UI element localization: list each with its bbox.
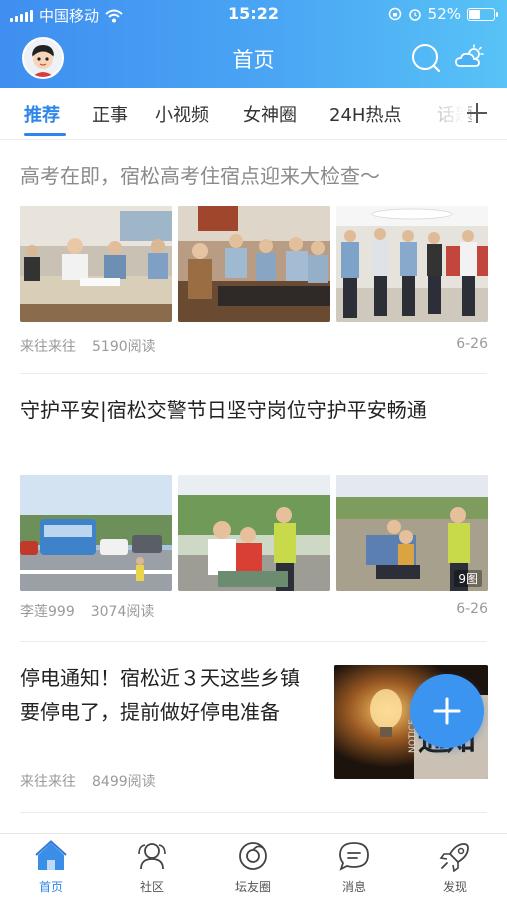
article-image[interactable] — [178, 206, 330, 322]
tab-zhengshi[interactable]: 正事 — [92, 101, 128, 127]
article-meta: 来往来往 5190阅读 6-26 — [20, 336, 488, 356]
divider — [20, 373, 487, 374]
article-image[interactable] — [20, 206, 172, 322]
tabbar-label: 消息 — [341, 880, 366, 894]
add-tab-icon[interactable] — [462, 98, 492, 128]
battery-icon — [467, 7, 498, 21]
tabbar-label: 首页 — [38, 880, 63, 894]
home-icon — [35, 840, 67, 870]
tab-recommend[interactable]: 推荐 — [24, 101, 60, 127]
article-date: 6-26 — [456, 601, 488, 617]
image-count-badge: 9图 — [454, 570, 482, 587]
article-image[interactable] — [178, 475, 330, 591]
article-card[interactable]: 高考在即，宿松高考住宿点迎来大检查～ 来往来往 5190阅读 6-26 — [20, 161, 488, 355]
app-header: 中国移动 15:22 52% 首页 — [0, 0, 507, 88]
category-tabs: 推荐 正事 小视频 女神圈 24H热点 话题 — [0, 88, 507, 140]
circle-icon — [239, 842, 267, 870]
status-bar: 中国移动 15:22 52% — [0, 0, 507, 28]
tabbar-item-community[interactable]: 社区 — [112, 840, 192, 895]
community-icon — [138, 843, 166, 870]
article-reads: 5190阅读 — [92, 339, 156, 355]
article-title[interactable]: 守护平安|宿松交警节日坚守岗位守护平安畅通 — [20, 395, 488, 425]
article-reads: 3074阅读 — [90, 604, 155, 620]
tabbar-label: 社区 — [139, 880, 164, 894]
weather-icon[interactable] — [454, 44, 486, 72]
message-icon — [339, 842, 369, 871]
search-icon[interactable] — [410, 42, 442, 74]
article-date: 6-26 — [456, 336, 488, 352]
rocket-icon — [439, 843, 469, 873]
article-title[interactable]: 停电通知！宿松近３天这些乡镇要停电了，提前做好停电准备 — [20, 661, 310, 729]
create-post-button[interactable] — [410, 674, 484, 748]
article-card[interactable]: 守护平安|宿松交警节日坚守岗位守护平安畅通 9图 李莲999 3074阅读 6-… — [20, 395, 488, 620]
plus-icon — [433, 697, 461, 725]
divider — [20, 641, 487, 642]
tabbar-item-circle[interactable]: 坛友圈 — [213, 840, 293, 895]
tabbar-item-discover[interactable]: 发现 — [415, 840, 495, 895]
article-author: 李莲999 — [20, 604, 75, 620]
tab-24h-hot[interactable]: 24H热点 — [329, 101, 401, 127]
alarm-icon — [408, 9, 421, 21]
tabbar-item-messages[interactable]: 消息 — [314, 840, 394, 895]
article-image[interactable]: 9图 — [336, 475, 488, 591]
article-title[interactable]: 高考在即，宿松高考住宿点迎来大检查～ — [20, 161, 488, 191]
active-tab-indicator — [24, 133, 66, 136]
divider — [20, 812, 487, 813]
article-image[interactable] — [20, 475, 172, 591]
battery-percent: 52% — [427, 5, 461, 23]
tab-goddess-circle[interactable]: 女神圈 — [243, 101, 297, 127]
article-author: 来往来往 — [20, 774, 76, 790]
tabbar-item-home[interactable]: 首页 — [11, 840, 91, 895]
article-image[interactable] — [336, 206, 488, 322]
article-author: 来往来往 — [20, 339, 76, 355]
bottom-tab-bar: 首页 社区 坛友圈 消息 发现 — [0, 833, 507, 900]
article-reads: 8499阅读 — [92, 774, 156, 790]
article-meta: 来往来往 8499阅读 — [20, 771, 310, 791]
tab-short-video[interactable]: 小视频 — [155, 101, 209, 127]
lock-rotation-icon — [388, 7, 401, 21]
tabbar-label: 发现 — [442, 880, 467, 894]
article-meta: 李莲999 3074阅读 6-26 — [20, 601, 488, 621]
tabbar-label: 坛友圈 — [234, 880, 271, 894]
